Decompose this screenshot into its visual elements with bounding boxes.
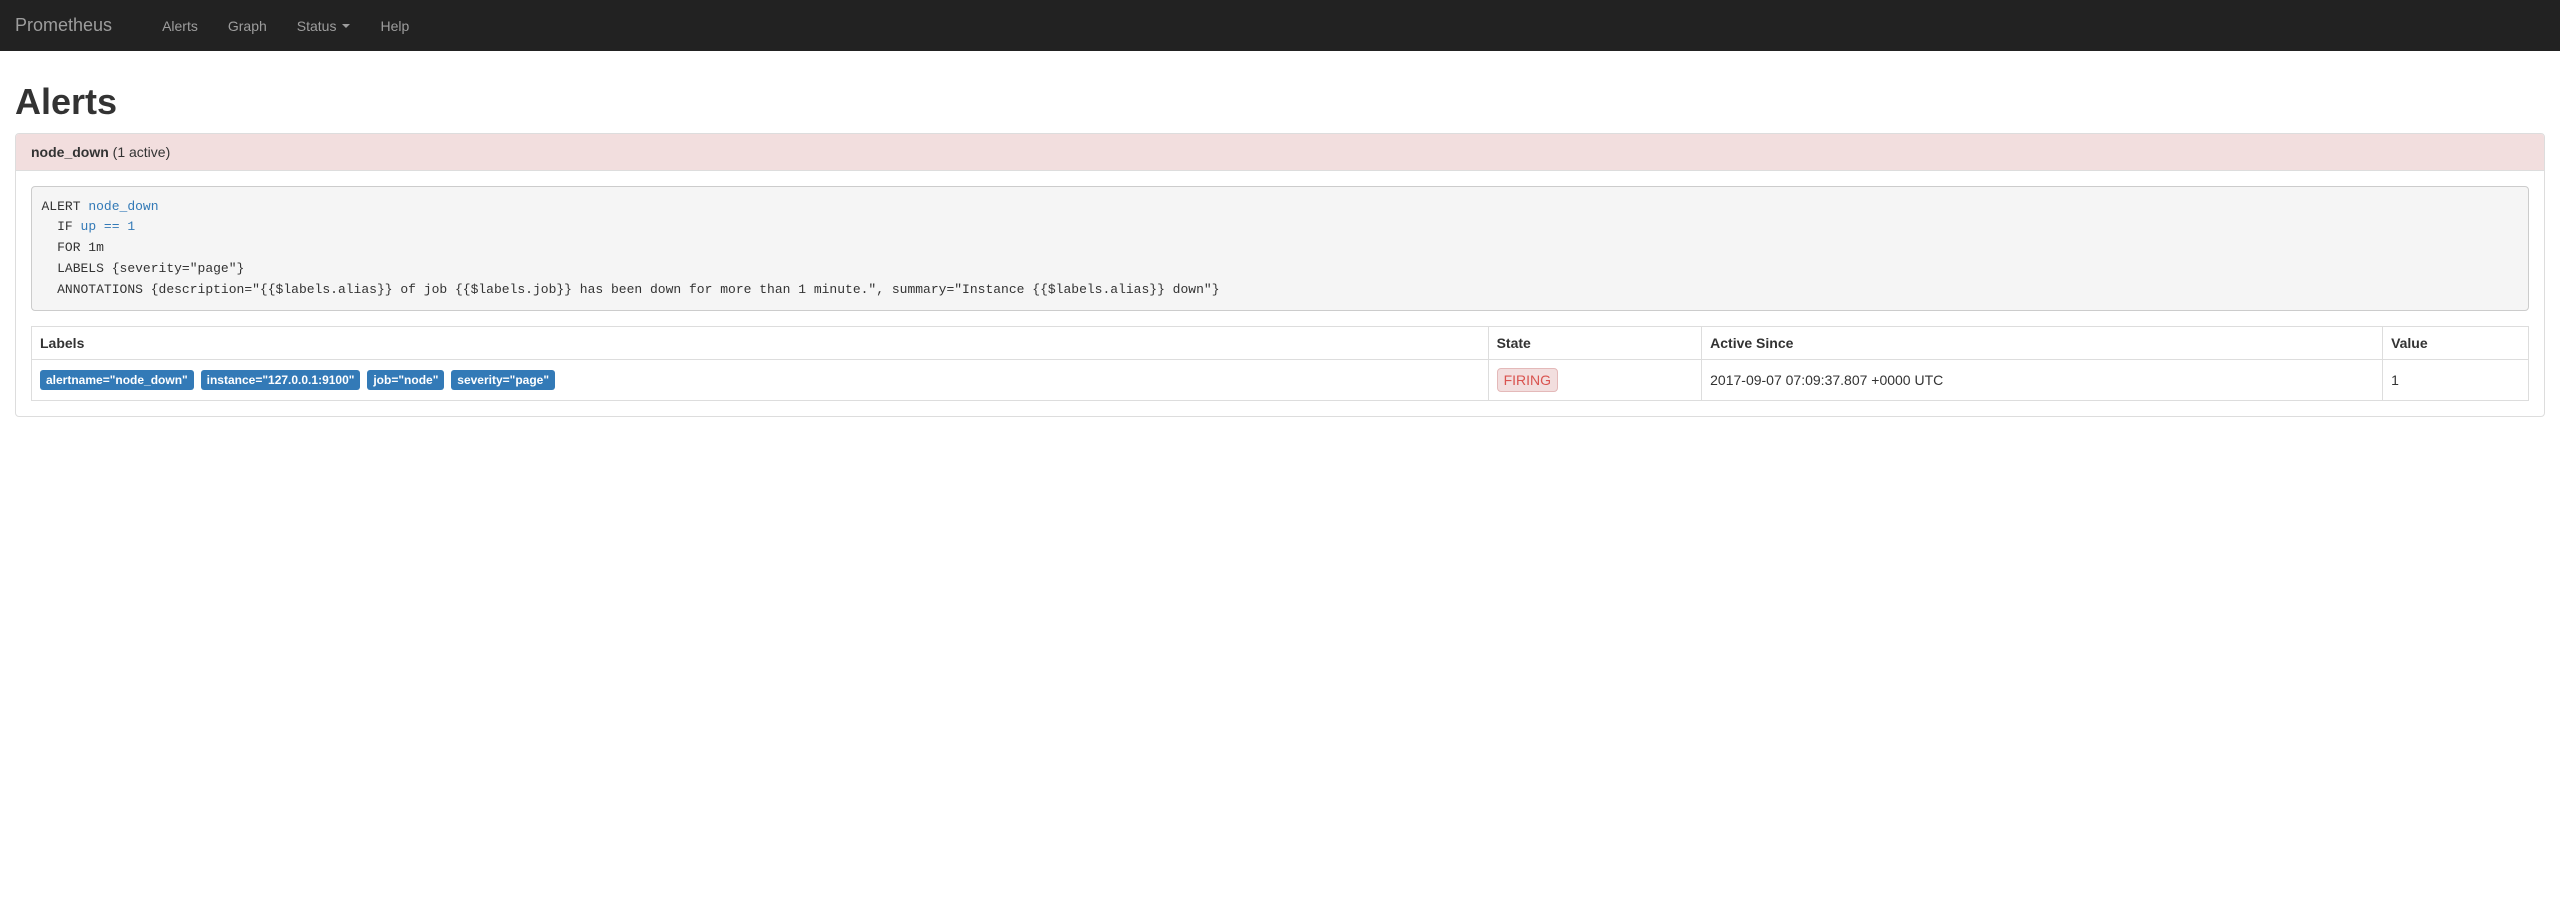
alert-active-count: (1 active) [109,144,170,160]
cell-active-since: 2017-09-07 07:09:37.807 +0000 UTC [1702,359,2383,400]
alert-name: node_down [31,144,109,160]
brand-link[interactable]: Prometheus [15,0,127,51]
alert-panel: node_down (1 active) ALERT node_down IF … [15,133,2545,417]
cell-value: 1 [2383,359,2529,400]
navbar: Prometheus Alerts Graph Status Help [0,0,2560,51]
alert-header[interactable]: node_down (1 active) [16,134,2544,171]
nav-help[interactable]: Help [365,3,424,49]
cell-labels: alertname="node_down" instance="127.0.0.… [32,359,1489,400]
label-pill: instance="127.0.0.1:9100" [201,370,361,390]
label-pill: severity="page" [451,370,555,390]
col-labels: Labels [32,326,1489,359]
nav-graph[interactable]: Graph [213,3,282,49]
alert-instances-table: Labels State Active Since Value alertnam… [31,326,2529,401]
label-pill: job="node" [367,370,444,390]
nav-status-dropdown[interactable]: Status [282,3,366,49]
state-badge: FIRING [1497,368,1558,392]
main-container: Alerts node_down (1 active) ALERT node_d… [0,51,2560,447]
col-value: Value [2383,326,2529,359]
nav-alerts[interactable]: Alerts [147,3,213,49]
alert-body: ALERT node_down IF up == 1 FOR 1m LABELS… [16,171,2544,416]
cell-state: FIRING [1488,359,1702,400]
col-active-since: Active Since [1702,326,2383,359]
page-title: Alerts [15,81,2545,123]
col-state: State [1488,326,1702,359]
nav-links: Alerts Graph Status Help [147,3,424,49]
chevron-down-icon [342,24,350,28]
table-row: alertname="node_down" instance="127.0.0.… [32,359,2529,400]
label-pill: alertname="node_down" [40,370,194,390]
alert-rule-definition: ALERT node_down IF up == 1 FOR 1m LABELS… [31,186,2529,311]
table-header-row: Labels State Active Since Value [32,326,2529,359]
nav-status-label: Status [297,18,337,34]
